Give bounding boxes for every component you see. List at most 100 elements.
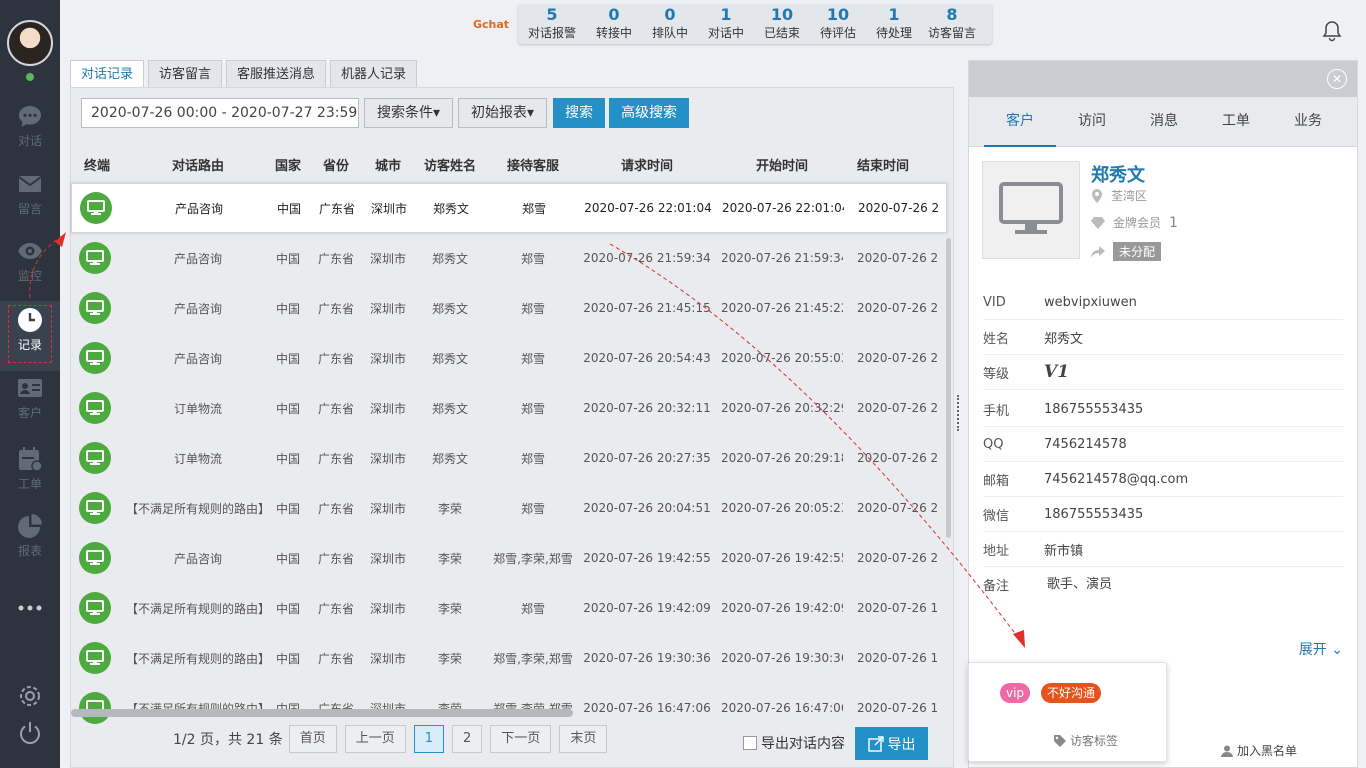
tab-push-messages[interactable]: 客服推送消息 (226, 60, 327, 88)
table-row[interactable]: 产品咨询 中国 广东省 深圳市 郑秀文 郑雪 2020-07-26 21:45:15 2020… (71, 283, 947, 333)
stat-alert[interactable]: 5 对话报警 (518, 4, 586, 44)
tab-visitor-messages[interactable]: 访客留言 (148, 60, 223, 88)
column-header[interactable]: 请求时间 (573, 155, 721, 174)
stat-queued[interactable]: 0 排队中 (642, 4, 698, 44)
column-header[interactable]: 开始时间 (721, 155, 843, 174)
stat-number: 5 (546, 5, 558, 24)
prev-page-button[interactable]: 上一页 (344, 725, 406, 753)
table-header: 终端 对话路由 国家 省份 城市 访客姓名 接待客服 请求时间 开始时间 结束时… (71, 144, 953, 184)
table-cell: 深圳市 (369, 351, 406, 366)
page-2-button[interactable]: 2 (452, 725, 483, 753)
first-page-button[interactable]: 首页 (288, 725, 337, 753)
stat-label: 对话中 (707, 26, 744, 40)
column-header[interactable]: 接待客服 (493, 155, 573, 174)
membership-text: 金牌会员 (1113, 216, 1162, 230)
export-content-checkbox[interactable]: 导出对话内容 (743, 733, 845, 753)
chat-icon (19, 106, 41, 127)
column-header[interactable]: 国家 (273, 155, 303, 174)
column-header[interactable]: 终端 (71, 155, 123, 174)
chevron-down-icon: ⌄ (1331, 642, 1343, 658)
export-button[interactable]: 导出 (855, 727, 928, 760)
sidebar-item-chat[interactable]: 对话 (0, 103, 60, 173)
stat-messages[interactable]: 8 访客留言 (922, 4, 982, 44)
table-cell: 郑雪 (520, 351, 545, 366)
sidebar-item-tickets[interactable]: 工单 (0, 446, 60, 516)
avatar[interactable] (7, 20, 53, 66)
sidebar-item-customers[interactable]: 客户 (0, 375, 60, 445)
table-cell: 中国 (276, 201, 301, 216)
tag-hard-to-communicate[interactable]: 不好沟通 (1041, 683, 1102, 703)
tab-tickets[interactable]: 工单 (1200, 97, 1272, 147)
table-row[interactable]: 【不满足所有规则的路由】 中国 广东省 深圳市 李荣 郑雪 2020-07-26 20:04… (71, 483, 947, 533)
tab-visits[interactable]: 访问 (1056, 97, 1128, 147)
initial-report-dropdown[interactable]: 初始报表▾ (458, 98, 548, 128)
table-row[interactable]: 产品咨询 中国 广东省 深圳市 郑秀文 郑雪 2020-07-26 22:01:04 2020… (71, 183, 947, 233)
table-row[interactable]: 产品咨询 中国 广东省 深圳市 李荣 郑雪,李荣,郑雪 2020-07-26 19:42:5… (71, 533, 947, 583)
search-button[interactable]: 搜索 (553, 98, 606, 128)
stat-pending[interactable]: 1 待处理 (866, 4, 922, 44)
customer-assignment: 未分配 (1091, 242, 1162, 261)
monitor-icon (999, 182, 1063, 234)
last-page-button[interactable]: 末页 (559, 725, 608, 753)
column-header[interactable]: 结束时间 (843, 155, 943, 174)
expand-link[interactable]: 展开 ⌄ (1299, 639, 1343, 659)
table-cell: 广东省 (317, 601, 354, 616)
table-row[interactable]: 产品咨询 中国 广东省 深圳市 郑秀文 郑雪 2020-07-26 21:59:34 2020… (71, 233, 947, 283)
table-row[interactable]: 订单物流 中国 广东省 深圳市 郑秀文 郑雪 2020-07-26 20:27:35 2020… (71, 433, 947, 483)
table-row[interactable]: 【不满足所有规则的路由】中国 广东省深圳市 李荣 郑雪,李荣,郑雪 2020-07-26… (71, 633, 947, 683)
stat-in-chat[interactable]: 1 对话中 (698, 4, 754, 44)
table-cell: 2020-07-26 19:42:09 (583, 601, 711, 615)
gear-icon[interactable] (17, 683, 43, 709)
tab-robot-records[interactable]: 机器人记录 (330, 60, 418, 88)
sidebar-item-monitor[interactable]: 监控 (0, 238, 60, 308)
next-page-button[interactable]: 下一页 (490, 725, 552, 753)
field-label: VID (983, 294, 1006, 310)
table-cell: 郑雪 (520, 601, 545, 616)
table-cell: 深圳市 (369, 651, 406, 666)
table-cell: 2020-07-26 20:55:03 (721, 351, 843, 365)
stat-label: 待评估 (819, 26, 856, 40)
add-blacklist-button[interactable]: 加入黑名单 (1221, 742, 1297, 759)
table-row[interactable]: 产品咨询 中国 广东省 深圳市 郑秀文 郑雪 2020-07-26 20:54:43 2020… (71, 333, 947, 383)
column-header[interactable]: 城市 (369, 155, 407, 174)
bell-icon[interactable] (1322, 20, 1342, 42)
desktop-terminal-icon (79, 442, 111, 474)
note-textarea[interactable]: 歌手、演员 (1047, 573, 1112, 592)
checkbox-box[interactable] (743, 736, 757, 750)
tag-vip[interactable]: vip (1000, 683, 1031, 703)
table-cell: 2020-07-26 2 (857, 501, 939, 515)
search-conditions-dropdown[interactable]: 搜索条件▾ (364, 98, 454, 128)
tab-chat-records[interactable]: 对话记录 (70, 60, 145, 88)
column-header[interactable]: 访客姓名 (407, 155, 493, 174)
date-range-input[interactable]: 2020-07-26 00:00 - 2020-07-27 23:59 (81, 98, 359, 128)
advanced-search-button[interactable]: 高级搜索 (609, 98, 690, 128)
unassigned-tag[interactable]: 未分配 (1113, 242, 1162, 261)
tab-messages[interactable]: 消息 (1128, 97, 1200, 147)
stat-ended[interactable]: 10 已结束 (754, 4, 810, 44)
field-email: 邮箱 7456214578@qq.com (983, 462, 1343, 497)
stat-pending-eval[interactable]: 10 待评估 (810, 4, 866, 44)
terminal-cell (71, 242, 123, 274)
vertical-scrollbar[interactable] (946, 238, 951, 538)
page-1-button[interactable]: 1 (413, 725, 445, 753)
column-header[interactable]: 对话路由 (123, 155, 273, 174)
terminal-cell (71, 442, 123, 474)
more-dots-icon[interactable] (17, 598, 43, 618)
column-header[interactable]: 省份 (303, 155, 369, 174)
tag-label-text: 访客标签 (1070, 734, 1119, 748)
tab-customer[interactable]: 客户 (984, 97, 1056, 147)
sidebar-item-records[interactable]: 记录 (0, 301, 60, 371)
checkbox-label: 导出对话内容 (761, 736, 845, 752)
horizontal-scrollbar[interactable] (71, 709, 573, 717)
power-icon[interactable] (17, 720, 43, 746)
close-icon[interactable]: ✕ (1327, 69, 1347, 89)
panel-splitter-handle[interactable] (957, 395, 961, 431)
sidebar-item-message[interactable]: 留言 (0, 171, 60, 241)
stat-transferring[interactable]: 0 转接中 (586, 4, 642, 44)
table-row[interactable]: 订单物流 中国 广东省 深圳市 郑秀文 郑雪 2020-07-26 20:32:11 2020… (71, 383, 947, 433)
export-label: 导出 (887, 736, 916, 753)
sidebar-item-reports[interactable]: 报表 (0, 513, 60, 583)
field-note: 备注 歌手、演员 (983, 569, 1343, 619)
table-row[interactable]: 【不满足所有规则的路由】 中国 广东省 深圳市 李荣 郑雪 2020-07-26 19:42… (71, 583, 947, 633)
tab-business[interactable]: 业务 (1272, 97, 1344, 147)
